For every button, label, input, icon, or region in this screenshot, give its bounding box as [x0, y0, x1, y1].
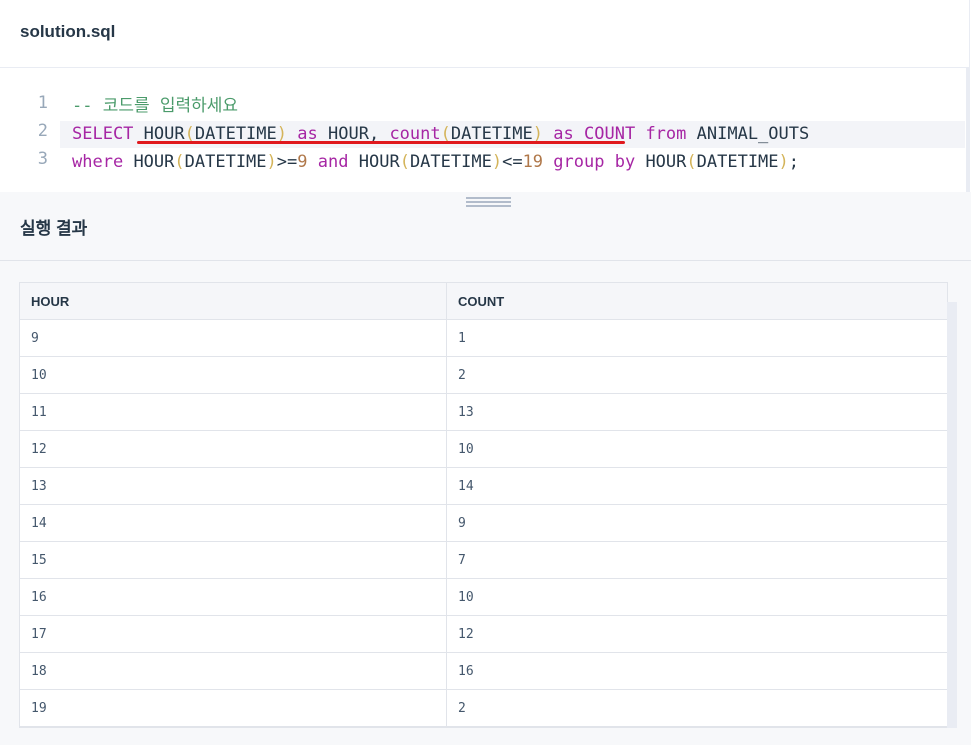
cell-count: 12 — [446, 615, 947, 653]
table-row: 19 2 — [20, 689, 947, 727]
cell-hour: 17 — [20, 615, 447, 653]
cell-hour: 14 — [20, 504, 447, 542]
cell-hour: 9 — [20, 319, 447, 357]
file-header: solution.sql — [0, 0, 970, 68]
cell-hour: 11 — [20, 393, 447, 431]
line-number: 2 — [37, 121, 48, 141]
result-title: 실행 결과 — [20, 219, 88, 238]
cell-count: 9 — [446, 504, 947, 542]
file-title: solution.sql — [20, 22, 116, 41]
table-row: 10 2 — [20, 356, 947, 394]
red-annotation-underline — [137, 141, 625, 144]
divider — [0, 260, 971, 261]
table-row: 12 10 — [20, 430, 947, 468]
cell-count: 16 — [446, 652, 947, 690]
column-header-count: COUNT — [446, 283, 947, 320]
table-row: 13 14 — [20, 467, 947, 505]
cell-count: 10 — [446, 430, 947, 468]
code-line-3[interactable]: where HOUR(DATETIME)>=9 and HOUR(DATETIM… — [0, 149, 969, 176]
table-row: 17 12 — [20, 615, 947, 653]
code-line-1[interactable]: -- 코드를 입력하세요 — [0, 93, 969, 120]
result-table: HOUR COUNT 9 1 10 2 11 13 12 10 13 14 14 9 15 7 16 10 17… — [19, 282, 948, 728]
table-header-row: HOUR COUNT — [20, 283, 947, 320]
resize-handle[interactable] — [466, 197, 511, 209]
table-scrollbar[interactable] — [947, 302, 957, 728]
cell-count: 13 — [446, 393, 947, 431]
cell-count: 2 — [446, 689, 947, 727]
table-row: 15 7 — [20, 541, 947, 579]
table-row: 91 — [20, 319, 947, 357]
cell-hour: 15 — [20, 541, 447, 579]
table-row: 16 10 — [20, 578, 947, 616]
code-editor[interactable]: 1 -- 코드를 입력하세요 2 SELECT HOUR(DATETIME) a… — [0, 68, 970, 192]
cell-count: 7 — [446, 541, 947, 579]
editor-scrollbar[interactable] — [966, 68, 969, 192]
cell-hour: 19 — [20, 689, 447, 727]
cell-count: 10 — [446, 578, 947, 616]
cell-hour: 18 — [20, 652, 447, 690]
result-panel: 실행 결과 HOUR COUNT 9 1 10 2 11 13 12 10 13 14 14 9 15 7… — [0, 192, 971, 745]
table-row: 11 13 — [20, 393, 947, 431]
cell-hour: 16 — [20, 578, 447, 616]
column-header-hour: HOUR — [20, 283, 447, 320]
table-row: 14 9 — [20, 504, 947, 542]
table-row: 18 16 — [20, 652, 947, 690]
cell-hour: 12 — [20, 430, 447, 468]
cell-count: 2 — [446, 356, 947, 394]
cell-hour: 13 — [20, 467, 447, 505]
cell-count: 1 — [446, 319, 947, 357]
cell-count: 14 — [446, 467, 947, 505]
cell-hour: 10 — [20, 356, 447, 394]
